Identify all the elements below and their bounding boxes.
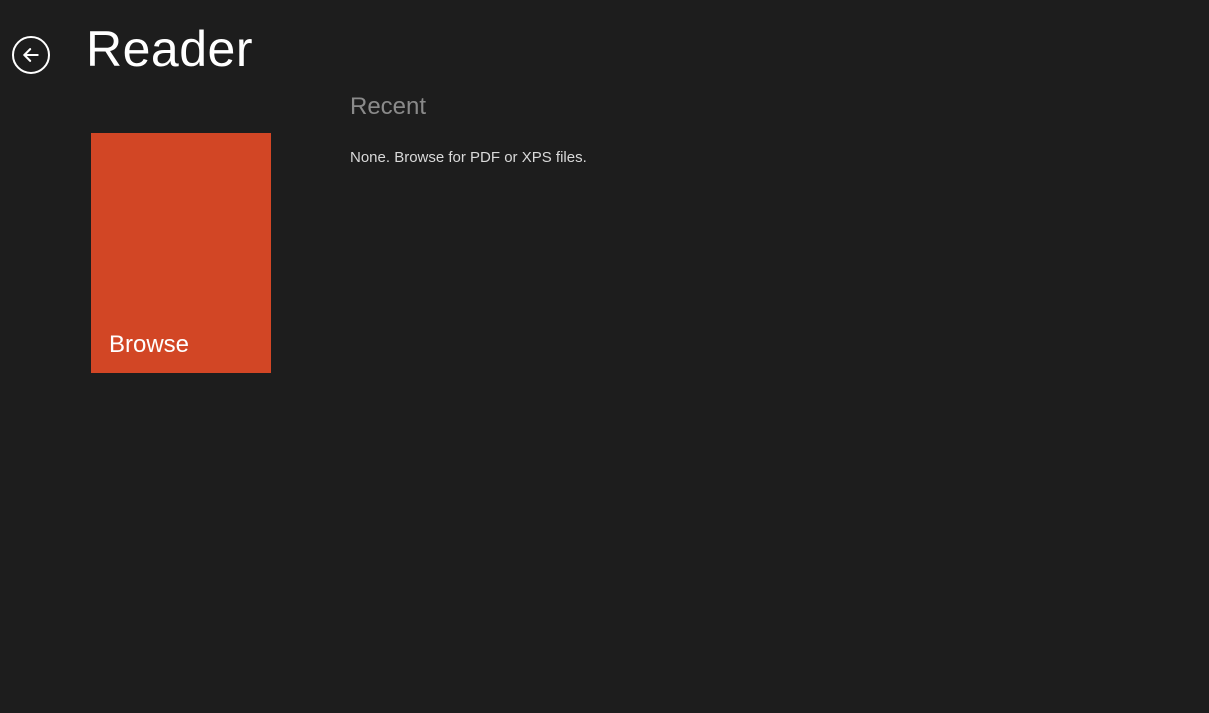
browse-tile-label: Browse xyxy=(109,331,189,359)
back-button[interactable] xyxy=(12,36,50,74)
header: Reader xyxy=(0,0,1209,78)
arrow-left-icon xyxy=(21,45,41,65)
recent-heading: Recent xyxy=(350,93,587,121)
recent-empty-message: None. Browse for PDF or XPS files. xyxy=(350,149,587,166)
app-title: Reader xyxy=(86,20,253,78)
browse-tile[interactable]: Browse xyxy=(91,133,271,373)
recent-section: Recent None. Browse for PDF or XPS files… xyxy=(350,93,587,373)
content-area: Browse Recent None. Browse for PDF or XP… xyxy=(0,78,1209,373)
